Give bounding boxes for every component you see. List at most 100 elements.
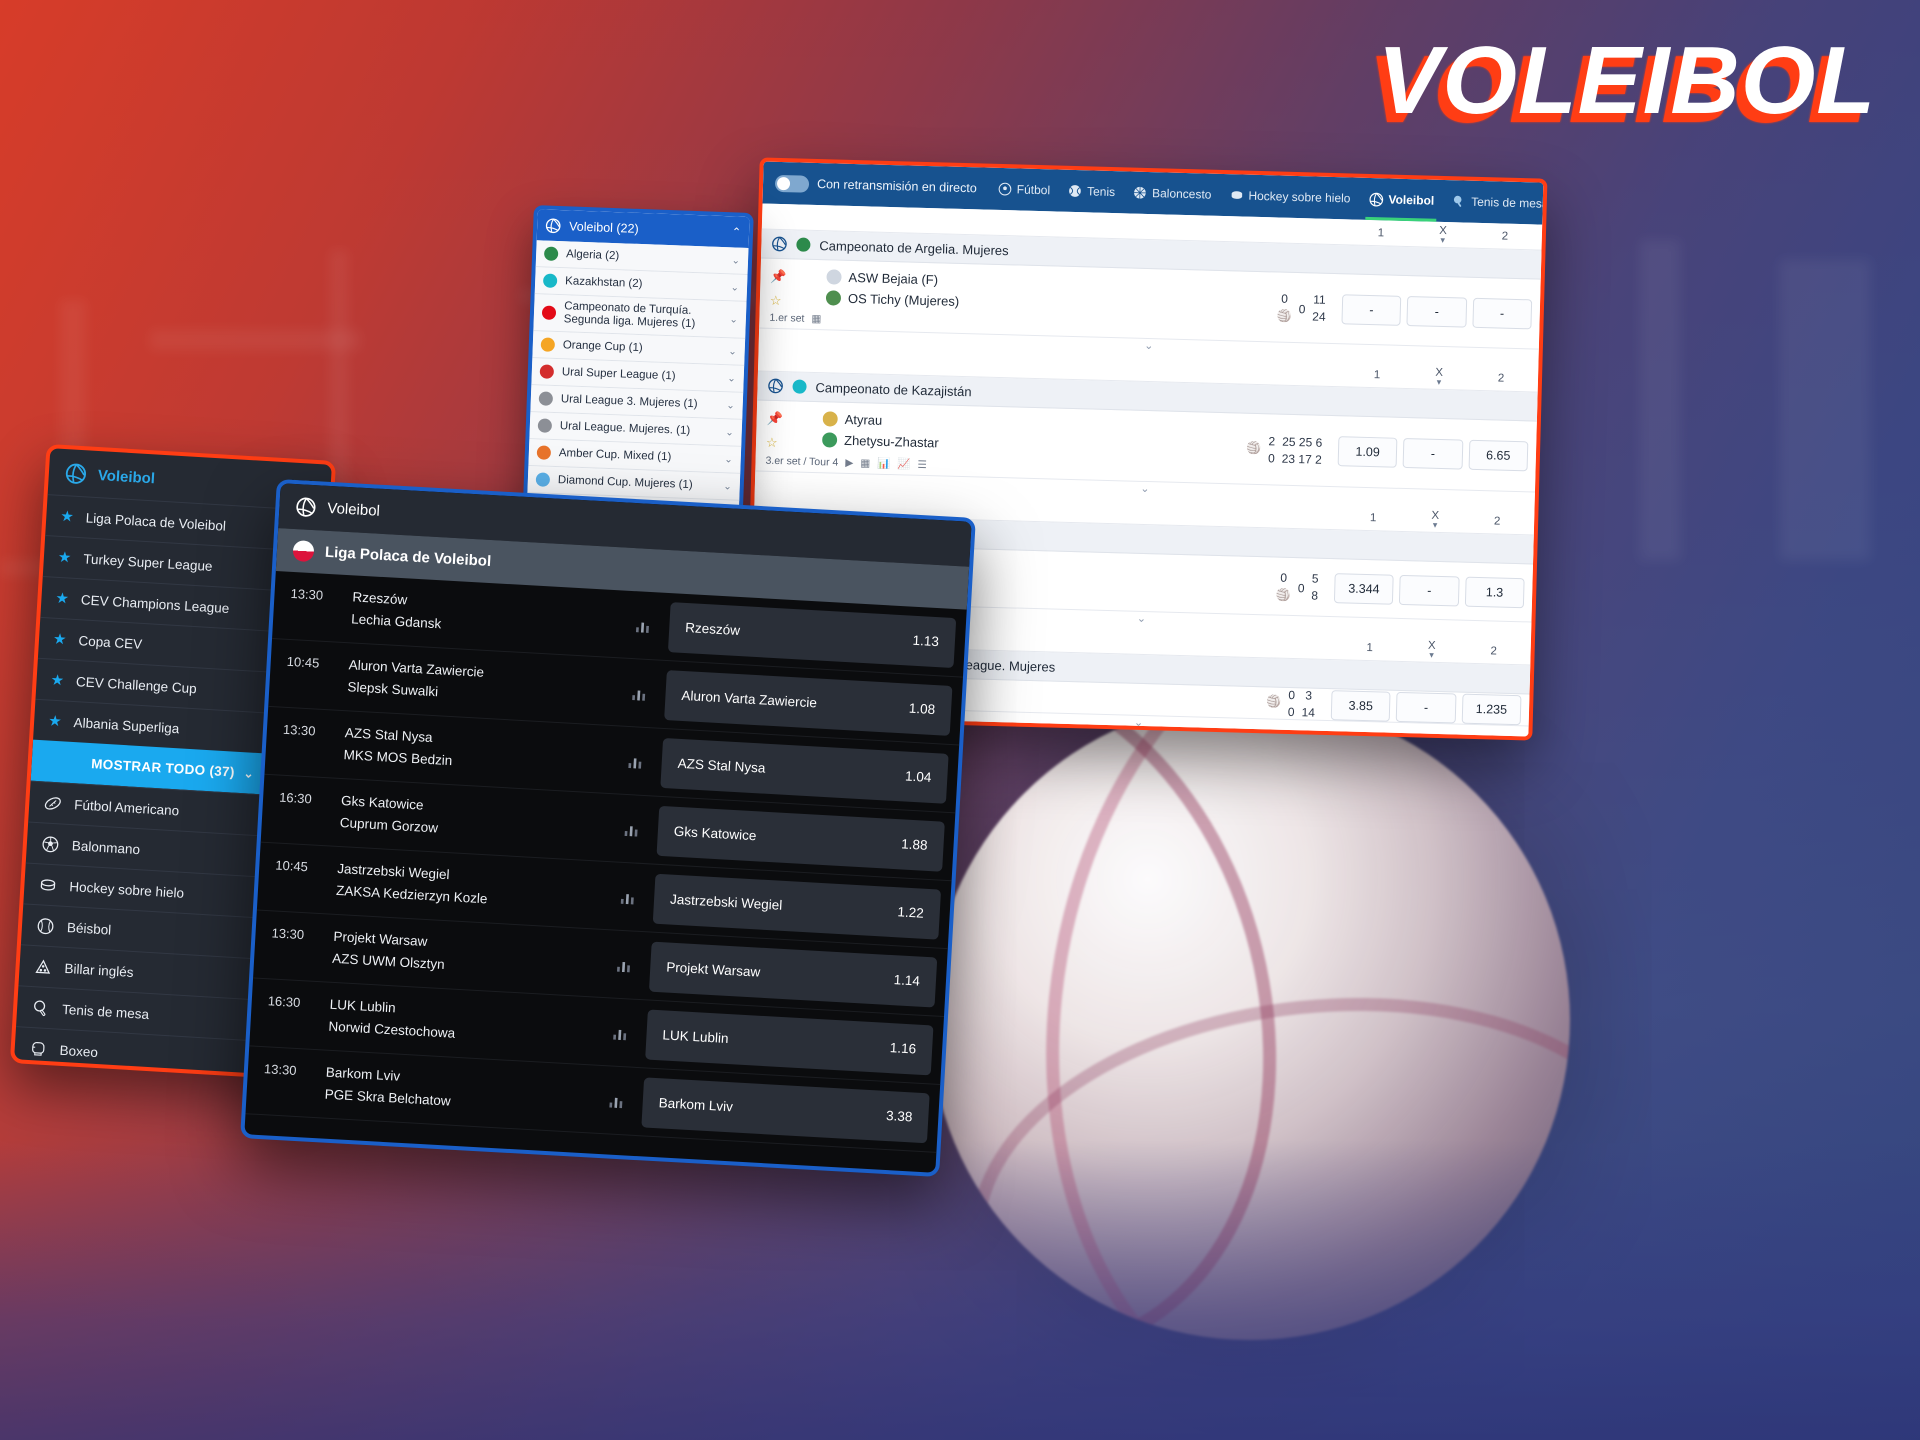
favorite-star-icon[interactable]: ☆ [770,293,826,311]
point-score: 25 25 6 23 17 2 [1281,434,1323,467]
favorite-star-icon[interactable]: ☆ [766,435,822,453]
hockey-puck-icon [1231,191,1242,199]
chevron-down-icon[interactable]: ⌄ [723,481,732,492]
odd-value: 1.22 [897,904,925,921]
chevron-up-icon[interactable]: ⌃ [732,225,742,238]
odd-value: 1.88 [900,836,928,853]
odd-box[interactable]: Rzeszów 1.13 [667,601,957,668]
tennis-ball-icon [1069,185,1081,197]
live-stream-toggle[interactable]: Con retransmisión en directo [771,174,989,197]
odds-col-2: 2 [1490,644,1498,658]
odds-col-x: X ▾ [1404,509,1466,530]
match-time: 13:30 [290,585,324,603]
pin-icon[interactable]: 📌 [766,411,822,429]
odd-x[interactable]: - [1406,295,1467,328]
baseball-icon [37,917,54,934]
set-score-b: 0 [1298,302,1306,317]
chart-icon[interactable]: 📊 [877,457,890,470]
pin-icon[interactable]: 📌 [770,269,826,287]
odd-x[interactable]: - [1399,574,1460,607]
odd-1[interactable]: 3.85 [1330,689,1391,722]
match-list-title: Voleibol [326,499,381,520]
poland-flag-icon [292,539,315,563]
match-score: 0 🏐 0 58 [1214,556,1328,616]
stats-icon[interactable]: ▦ [860,457,870,469]
page-title: VOLEIBOL [1377,27,1876,134]
odd-1[interactable]: 1.09 [1337,436,1398,468]
odds-group: 1.09 - 6.65 [1329,416,1537,492]
odd-1[interactable]: - [1341,293,1402,326]
chevron-down-icon[interactable]: ⌄ [727,373,736,384]
tab-tenis-de-mesa[interactable]: Tenis de mesa [1443,180,1547,225]
league-list-panel: Voleibol (22) ⌃ Algeria (2) ⌄ Kazakhstan … [522,205,754,533]
chevron-down-icon[interactable]: ⌄ [726,400,735,411]
play-video-icon[interactable]: ▶ [845,456,853,468]
tab-futbol[interactable]: Fútbol [988,168,1059,212]
show-all-label: MOSTRAR TODO (37) [90,756,236,780]
odd-2[interactable]: 1.3 [1464,576,1525,608]
odd-x[interactable]: - [1396,691,1457,723]
odd-box[interactable]: AZS Stal Nysa 1.04 [660,737,949,804]
odds-col-1: 1 [1377,226,1385,239]
stats-icon[interactable]: ▦ [811,313,821,325]
stats-icon[interactable] [620,590,668,659]
tab-hockey[interactable]: Hockey sobre hielo [1220,174,1360,220]
stats-icon[interactable] [616,658,664,727]
stats-icon[interactable] [604,862,652,931]
chevron-down-icon[interactable]: ⌄ [728,346,737,357]
chevron-down-icon: ▾ [1429,649,1434,660]
chevron-down-icon[interactable]: ⌄ [730,282,739,293]
odd-2[interactable]: 6.65 [1468,439,1529,472]
odd-2[interactable]: 1.235 [1461,693,1522,725]
odd-1[interactable]: 3.344 [1333,572,1395,605]
set-score: 🏐 [1246,440,1262,455]
odd-x[interactable]: - [1402,437,1464,470]
tab-baloncesto[interactable]: Baloncesto [1124,171,1221,216]
stats-icon[interactable] [601,930,649,999]
stats-icon[interactable] [597,998,645,1067]
odds-group: 3.344 - 1.3 [1326,559,1533,622]
odd-team-label: Gks Katowice [673,823,757,844]
basketball-icon [1134,186,1146,199]
odd-box[interactable]: Gks Katowice 1.88 [656,805,945,872]
stats-icon[interactable] [612,726,660,795]
match-score: 🏐 00 3 14 [1211,686,1324,720]
country-flag-icon [535,472,551,487]
tab-voleibol-label: Voleibol [1388,192,1435,208]
toggle-switch[interactable] [774,174,810,193]
volleyball-icon [65,463,87,484]
star-icon: ★ [55,589,70,608]
match-teams: Barkom Lviv PGE Skra Belchatow [323,1051,596,1133]
odd-value: 3.38 [885,1107,913,1125]
odd-team-label: AZS Stal Nysa [677,755,766,776]
odd-team-label: Barkom Lviv [658,1095,734,1115]
odd-value: 1.16 [889,1040,917,1057]
tab-tenis[interactable]: Tenis [1059,170,1125,214]
country-flag-icon [539,364,555,379]
team-flag-icon [822,411,838,427]
graph-icon[interactable]: 📈 [897,457,910,470]
chevron-down-icon[interactable]: ⌄ [724,454,733,465]
odd-box[interactable]: Barkom Lviv 3.38 [641,1076,930,1143]
table-tennis-icon [34,999,46,1016]
country-flag-icon [792,379,807,394]
odd-box[interactable]: Projekt Warsaw 1.14 [648,941,938,1008]
odd-team-label: Aluron Varta Zawiercie [681,687,818,711]
odd-box[interactable]: LUK Lublin 1.16 [645,1009,934,1075]
tab-baloncesto-label: Baloncesto [1151,186,1212,202]
volleyball-icon [1369,192,1383,206]
odd-team-label: Jastrzebski Wegiel [669,891,783,913]
team-flag-icon [826,269,842,285]
odds-col-x: X ▾ [1408,366,1470,387]
match-score: 0 🏐 0 11 24 [1221,271,1335,343]
stats-icon[interactable] [608,794,656,863]
odd-box[interactable]: Aluron Varta Zawiercie 1.08 [664,669,953,736]
chevron-down-icon[interactable]: ⌄ [731,255,740,266]
tab-voleibol[interactable]: Voleibol [1359,178,1444,222]
stats-icon[interactable] [593,1066,641,1135]
chevron-down-icon[interactable]: ⌄ [725,427,734,438]
odd-box[interactable]: Jastrzebski Wegiel 1.22 [652,873,942,940]
list-icon[interactable]: ☰ [917,458,927,470]
odd-2[interactable]: - [1472,297,1533,329]
chevron-down-icon[interactable]: ⌄ [729,314,738,325]
